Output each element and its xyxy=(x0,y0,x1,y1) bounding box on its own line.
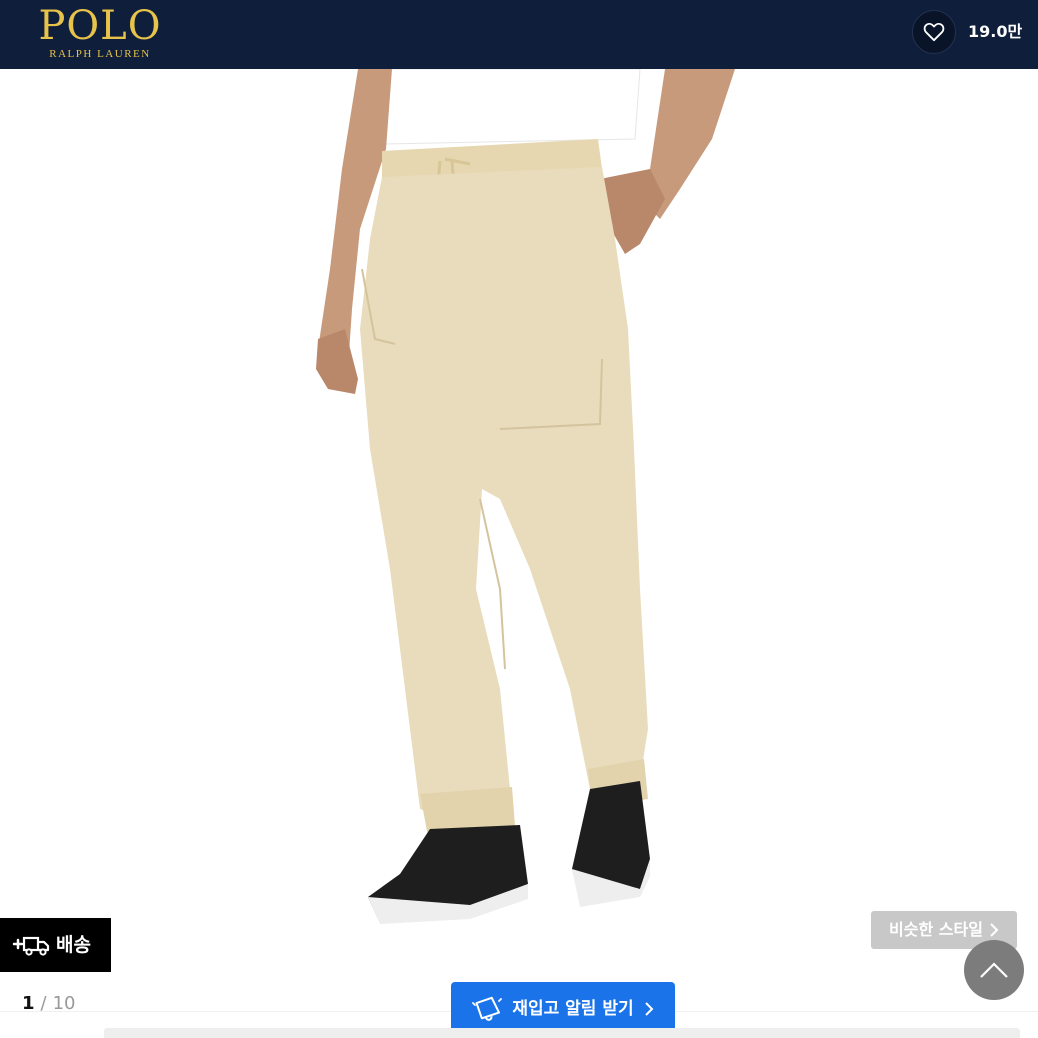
bell-icon xyxy=(472,996,503,1021)
pager-total: 10 xyxy=(52,993,76,1014)
pager-separator: / xyxy=(40,993,47,1014)
restock-label: 재입고 알림 받기 xyxy=(512,998,634,1019)
brand-logo-sub: RALPH LAUREN xyxy=(49,48,151,60)
chevron-right-icon xyxy=(644,1001,654,1016)
next-section-strip xyxy=(104,1028,1020,1038)
top-header: POLO RALPH LAUREN 19.0만 xyxy=(0,0,1038,69)
like-button[interactable] xyxy=(912,10,956,54)
chevron-up-icon xyxy=(980,962,1008,978)
brand-logo-main: POLO xyxy=(38,3,162,49)
chevron-right-icon xyxy=(990,923,999,937)
image-pager: 1/10 xyxy=(22,992,76,1016)
similar-style-label: 비슷한 스타일 xyxy=(889,920,983,939)
pager-current: 1 xyxy=(22,993,35,1014)
brand-logo[interactable]: POLO RALPH LAUREN xyxy=(30,4,170,64)
product-photo[interactable] xyxy=(0,68,1038,1009)
shipping-badge: 배송 xyxy=(0,918,111,972)
heart-icon xyxy=(923,22,945,42)
delivery-truck-icon xyxy=(12,936,50,956)
scroll-top-button[interactable] xyxy=(964,940,1024,1000)
like-count: 19.0만 xyxy=(968,22,1023,41)
shipping-label: 배송 xyxy=(56,934,91,956)
